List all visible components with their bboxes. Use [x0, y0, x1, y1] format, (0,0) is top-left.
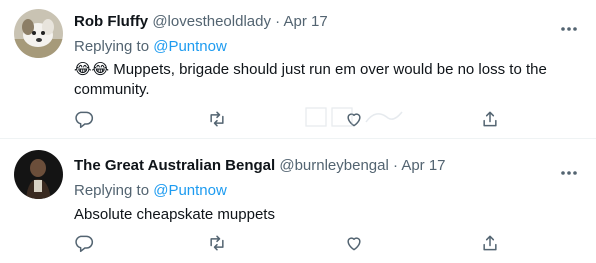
watermark-logo-icon — [300, 102, 410, 132]
display-name[interactable]: The Great Australian Bengal — [74, 157, 275, 174]
tweet-date[interactable]: Apr 17 — [283, 13, 327, 30]
mention-link[interactable]: @Puntnow — [153, 38, 227, 55]
share-icon[interactable] — [480, 233, 500, 253]
retweet-icon[interactable] — [207, 109, 227, 129]
mention-link[interactable]: @Puntnow — [153, 182, 227, 199]
person-avatar-icon — [14, 150, 63, 199]
tweet[interactable]: The Great Australian Bengal @burnleybeng… — [0, 139, 596, 263]
replying-to-label: Replying to — [74, 182, 154, 199]
display-name[interactable]: Rob Fluffy — [74, 13, 148, 30]
tweet-header: Rob Fluffy @lovestheoldlady · Apr 17 — [74, 12, 328, 31]
more-options-icon[interactable] — [560, 163, 578, 175]
reply-icon[interactable] — [74, 233, 94, 253]
tweet-header: The Great Australian Bengal @burnleybeng… — [74, 156, 446, 175]
separator: · — [392, 157, 398, 174]
tweet-actions — [74, 109, 514, 131]
like-heart-icon[interactable] — [344, 233, 364, 253]
tweet-text: 😂😂 Muppets, brigade should just run em o… — [74, 61, 547, 98]
replying-to: Replying to @Puntnow — [74, 37, 227, 56]
tweet-date[interactable]: Apr 17 — [401, 157, 445, 174]
user-handle[interactable]: @lovestheoldlady — [152, 13, 271, 30]
replying-to-label: Replying to — [74, 38, 154, 55]
avatar[interactable] — [14, 9, 63, 58]
separator: · — [275, 13, 281, 30]
retweet-icon[interactable] — [207, 233, 227, 253]
dog-avatar-icon — [14, 9, 63, 58]
avatar[interactable] — [14, 150, 63, 199]
tweet-actions — [74, 233, 514, 255]
reply-icon[interactable] — [74, 109, 94, 129]
more-options-icon[interactable] — [560, 19, 578, 31]
tweet[interactable]: Rob Fluffy @lovestheoldlady · Apr 17 Rep… — [0, 0, 596, 139]
user-handle[interactable]: @burnleybengal — [279, 157, 388, 174]
replying-to: Replying to @Puntnow — [74, 181, 227, 200]
share-icon[interactable] — [480, 109, 500, 129]
tweet-text: Absolute cheapskate muppets — [74, 206, 275, 223]
